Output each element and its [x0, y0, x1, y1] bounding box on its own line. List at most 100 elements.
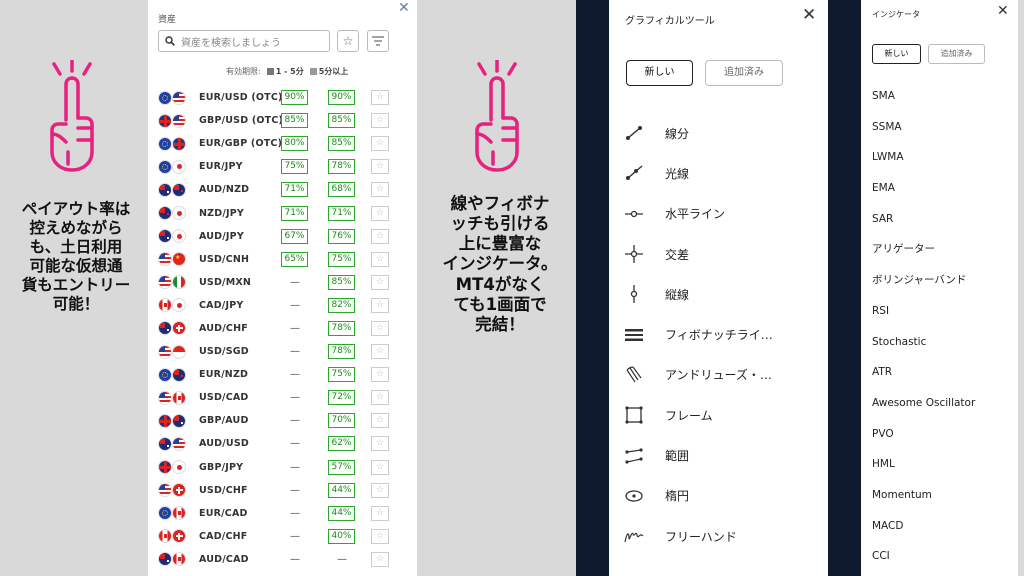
- chart-background: [828, 0, 861, 576]
- flag-icon: [158, 367, 172, 382]
- close-icon[interactable]: ✕: [802, 5, 816, 25]
- pair-name: EUR/NZD: [199, 369, 249, 381]
- tab-added[interactable]: 追加済み: [928, 44, 985, 64]
- asset-row[interactable]: USD/CAD — 72% ☆: [148, 386, 417, 409]
- asset-row[interactable]: CAD/CHF — 40% ☆: [148, 525, 417, 548]
- indicator-item[interactable]: ATR: [872, 357, 975, 388]
- asset-row[interactable]: GBP/USD (OTC) 85% 85% ☆: [148, 109, 417, 132]
- indicator-item[interactable]: HML: [872, 449, 975, 480]
- payout-short: 65%: [281, 251, 308, 267]
- tab-new[interactable]: 新しい: [872, 44, 921, 64]
- tool-fibonacci[interactable]: フィボナッチライ…: [609, 314, 828, 354]
- indicator-item[interactable]: Momentum: [872, 480, 975, 511]
- tool-segment[interactable]: 線分: [609, 113, 828, 153]
- asset-row[interactable]: CAD/JPY — 82% ☆: [148, 294, 417, 317]
- tab-new[interactable]: 新しい: [626, 60, 693, 86]
- flag-icon: [172, 159, 186, 174]
- favorite-star-button[interactable]: ☆: [371, 297, 389, 313]
- pair-name: GBP/AUD: [199, 415, 249, 427]
- asset-panel: 資産 ✕ 資産を検索しましょう ☆ 有効期限: 1 - 5分 5分以上 EUR/…: [148, 0, 417, 576]
- asset-row[interactable]: USD/MXN — 85% ☆: [148, 271, 417, 294]
- favorite-star-button[interactable]: ☆: [371, 113, 389, 129]
- favorite-filter-button[interactable]: ☆: [337, 30, 359, 52]
- favorite-star-button[interactable]: ☆: [371, 413, 389, 429]
- asset-row[interactable]: AUD/USD — 62% ☆: [148, 432, 417, 455]
- tool-andrews-pitchfork[interactable]: アンドリューズ・…: [609, 355, 828, 395]
- close-icon[interactable]: ✕: [997, 3, 1009, 19]
- favorite-star-button[interactable]: ☆: [371, 390, 389, 406]
- favorite-star-button[interactable]: ☆: [371, 528, 389, 544]
- favorite-star-button[interactable]: ☆: [371, 367, 389, 383]
- favorite-star-button[interactable]: ☆: [371, 90, 389, 106]
- favorite-star-button[interactable]: ☆: [371, 436, 389, 452]
- indicator-item[interactable]: Awesome Oscillator: [872, 388, 975, 419]
- indicator-item[interactable]: EMA: [872, 173, 975, 204]
- indicator-item[interactable]: SAR: [872, 204, 975, 235]
- favorite-star-button[interactable]: ☆: [371, 205, 389, 221]
- asset-row[interactable]: AUD/JPY 67% 76% ☆: [148, 225, 417, 248]
- indicator-item[interactable]: PVO: [872, 419, 975, 450]
- payout-long: 62%: [328, 436, 355, 452]
- tool-frame[interactable]: フレーム: [609, 395, 828, 435]
- indicator-item[interactable]: ボリンジャーバンド: [872, 265, 975, 296]
- tab-added[interactable]: 追加済み: [705, 60, 783, 86]
- favorite-star-button[interactable]: ☆: [371, 251, 389, 267]
- favorite-star-button[interactable]: ☆: [371, 551, 389, 567]
- asset-row[interactable]: USD/SGD — 78% ☆: [148, 340, 417, 363]
- asset-row[interactable]: NZD/JPY 71% 71% ☆: [148, 201, 417, 224]
- tool-range[interactable]: 範囲: [609, 435, 828, 475]
- pair-name: GBP/USD (OTC): [199, 115, 284, 127]
- search-input[interactable]: 資産を検索しましょう: [158, 30, 330, 52]
- asset-row[interactable]: GBP/AUD — 70% ☆: [148, 409, 417, 432]
- payout-short-none: —: [290, 553, 300, 565]
- asset-row[interactable]: EUR/USD (OTC) 90% 90% ☆: [148, 86, 417, 109]
- indicator-item[interactable]: MACD: [872, 511, 975, 542]
- asset-row[interactable]: EUR/JPY 75% 78% ☆: [148, 155, 417, 178]
- tool-horizontal-line[interactable]: 水平ライン: [609, 194, 828, 234]
- favorite-star-button[interactable]: ☆: [371, 482, 389, 498]
- pair-name: EUR/JPY: [199, 161, 243, 173]
- favorite-star-button[interactable]: ☆: [371, 320, 389, 336]
- indicator-item[interactable]: Stochastic: [872, 327, 975, 358]
- asset-row[interactable]: AUD/CHF — 78% ☆: [148, 317, 417, 340]
- favorite-star-button[interactable]: ☆: [371, 159, 389, 175]
- payout-short: 90%: [281, 90, 308, 106]
- flag-icon: [158, 298, 172, 313]
- asset-row[interactable]: GBP/JPY — 57% ☆: [148, 456, 417, 479]
- asset-row[interactable]: USD/CHF — 44% ☆: [148, 479, 417, 502]
- pair-flags: [158, 483, 188, 498]
- payout-long: 82%: [328, 297, 355, 313]
- favorite-star-button[interactable]: ☆: [371, 344, 389, 360]
- favorite-star-button[interactable]: ☆: [371, 136, 389, 152]
- callout-line: 上に豊富な: [458, 234, 542, 254]
- tool-freehand[interactable]: フリーハンド: [609, 516, 828, 556]
- callout-line: ッチも引ける: [450, 214, 550, 234]
- favorite-star-button[interactable]: ☆: [371, 459, 389, 475]
- asset-row[interactable]: ★ USD/CNH 65% 75% ☆: [148, 248, 417, 271]
- callout-line: も、土日利用: [29, 237, 123, 256]
- favorite-star-button[interactable]: ☆: [371, 228, 389, 244]
- favorite-star-button[interactable]: ☆: [371, 182, 389, 198]
- close-icon[interactable]: ✕: [398, 0, 410, 16]
- indicator-item[interactable]: SSMA: [872, 112, 975, 143]
- tool-ellipse[interactable]: 楕円: [609, 476, 828, 516]
- filter-button[interactable]: [367, 30, 389, 52]
- asset-row[interactable]: AUD/NZD 71% 68% ☆: [148, 178, 417, 201]
- indicator-item[interactable]: SMA: [872, 81, 975, 112]
- tool-label: フレーム: [665, 408, 713, 423]
- flag-icon: [172, 182, 186, 197]
- indicator-item[interactable]: アリゲーター: [872, 234, 975, 265]
- asset-row[interactable]: EUR/NZD — 75% ☆: [148, 363, 417, 386]
- asset-row[interactable]: EUR/GBP (OTC) 80% 85% ☆: [148, 132, 417, 155]
- favorite-star-button[interactable]: ☆: [371, 505, 389, 521]
- tool-ray[interactable]: 光線: [609, 153, 828, 193]
- favorite-star-button[interactable]: ☆: [371, 274, 389, 290]
- asset-row[interactable]: EUR/CAD — 44% ☆: [148, 502, 417, 525]
- indicator-item[interactable]: LWMA: [872, 142, 975, 173]
- flag-icon: [172, 113, 186, 128]
- tool-vertical-line[interactable]: 縦線: [609, 274, 828, 314]
- asset-row[interactable]: AUD/CAD — — ☆: [148, 548, 417, 571]
- tool-cross[interactable]: 交差: [609, 234, 828, 274]
- indicator-item[interactable]: RSI: [872, 296, 975, 327]
- indicator-item[interactable]: CCI: [872, 541, 975, 572]
